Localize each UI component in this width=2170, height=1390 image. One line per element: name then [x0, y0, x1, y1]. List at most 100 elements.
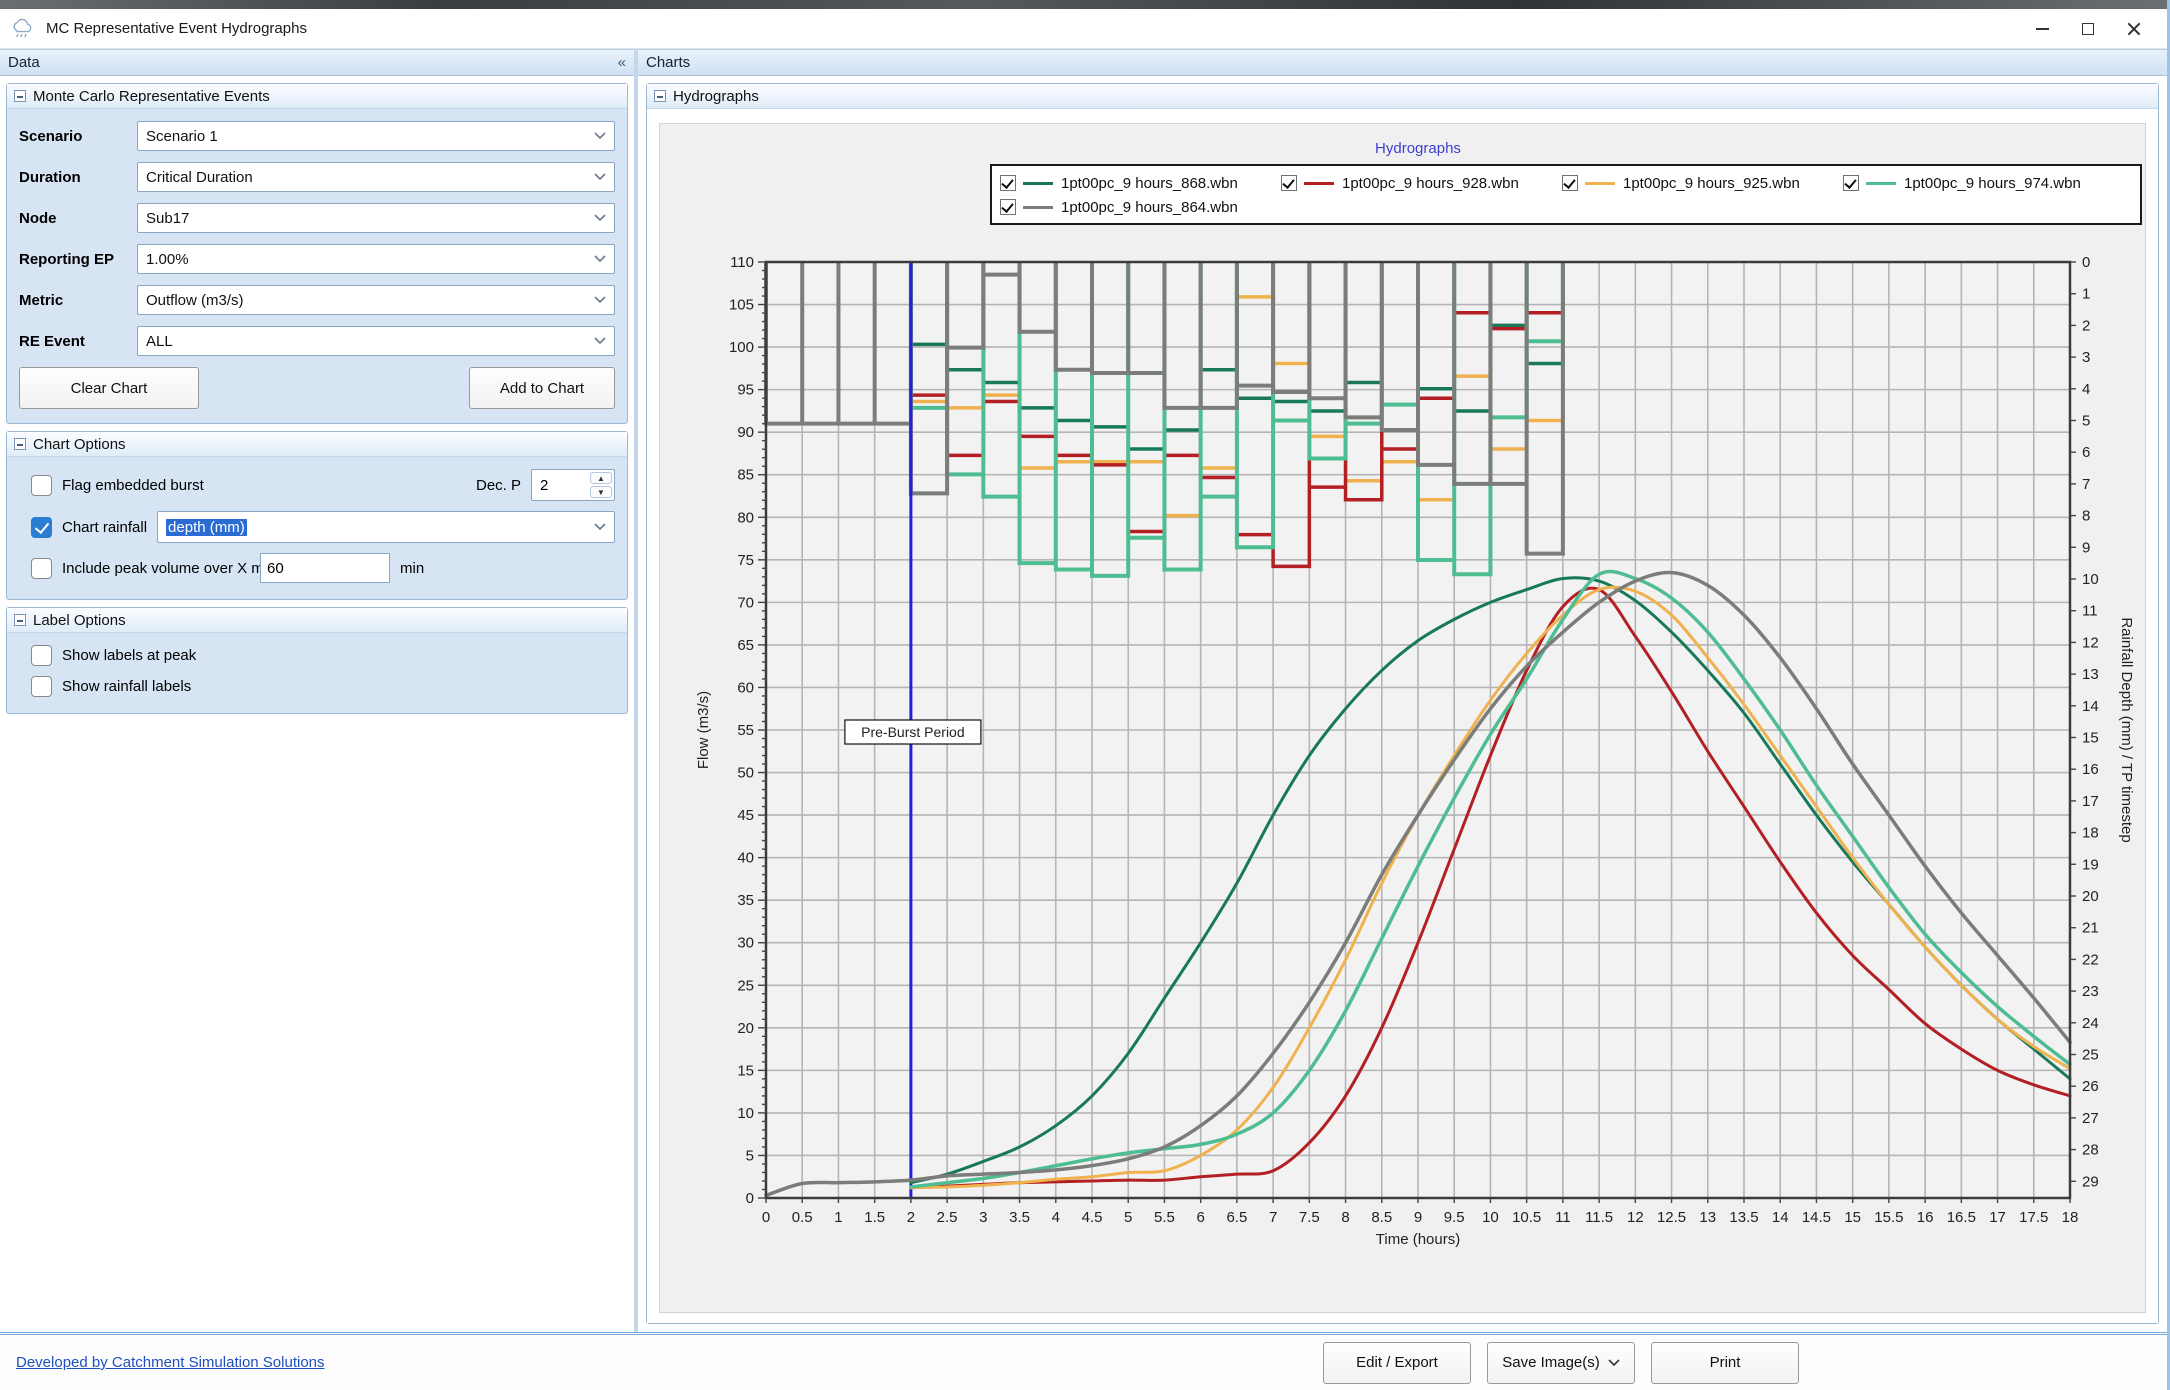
metric-label: Metric: [19, 292, 137, 309]
reporting-ep-select[interactable]: 1.00%: [137, 244, 615, 274]
svg-text:10: 10: [737, 1105, 754, 1122]
svg-text:55: 55: [737, 722, 754, 739]
svg-text:16.5: 16.5: [1947, 1209, 1976, 1226]
svg-text:17: 17: [2082, 793, 2099, 810]
legend-checkbox[interactable]: [1000, 175, 1016, 191]
label-options-header[interactable]: Label Options: [7, 608, 627, 633]
svg-text:6: 6: [2082, 444, 2090, 461]
svg-text:20: 20: [737, 1020, 754, 1037]
label-options-group: Label Options Show labels at peak Show r…: [6, 607, 628, 714]
chart-rainfall-label: Chart rainfall: [62, 519, 147, 536]
svg-text:9.5: 9.5: [1444, 1209, 1465, 1226]
rainfall-units-select[interactable]: depth (mm): [157, 511, 615, 543]
scenario-select[interactable]: Scenario 1: [137, 121, 615, 151]
svg-text:1.5: 1.5: [864, 1209, 885, 1226]
hydrographs-group-header[interactable]: Hydrographs: [647, 84, 2158, 109]
svg-text:3: 3: [2082, 349, 2090, 366]
legend-checkbox[interactable]: [1562, 175, 1578, 191]
mc-events-group-header[interactable]: Monte Carlo Representative Events: [7, 84, 627, 109]
developer-link[interactable]: Developed by Catchment Simulation Soluti…: [16, 1354, 325, 1371]
duration-select[interactable]: Critical Duration: [137, 162, 615, 192]
svg-text:2: 2: [907, 1209, 915, 1226]
chart-options-group: Chart Options Flag embedded burst Dec. P…: [6, 431, 628, 600]
legend-item: 1pt00pc_9 hours_868.wbn: [1000, 171, 1281, 195]
svg-text:10: 10: [2082, 571, 2099, 588]
show-rainfall-labels-label: Show rainfall labels: [62, 678, 191, 695]
svg-text:110: 110: [730, 254, 754, 271]
add-to-chart-button[interactable]: Add to Chart: [469, 367, 615, 409]
svg-text:23: 23: [2082, 983, 2099, 1000]
charts-panel: Charts Hydrographs Hydrographs 051015202…: [638, 49, 2167, 1332]
svg-text:13: 13: [2082, 666, 2099, 683]
minimize-button[interactable]: [2019, 12, 2065, 46]
show-labels-at-peak-label: Show labels at peak: [62, 647, 196, 664]
legend-checkbox[interactable]: [1843, 175, 1859, 191]
legend-checkbox[interactable]: [1281, 175, 1297, 191]
svg-text:5: 5: [2082, 413, 2090, 430]
bottom-bar: Developed by Catchment Simulation Soluti…: [0, 1332, 2167, 1390]
svg-text:12: 12: [1627, 1209, 1644, 1226]
chevron-down-icon: [594, 523, 606, 531]
collapse-group-icon[interactable]: [14, 90, 26, 102]
collapse-group-icon[interactable]: [654, 90, 666, 102]
svg-text:12.5: 12.5: [1657, 1209, 1686, 1226]
legend-checkbox[interactable]: [1000, 199, 1016, 215]
close-button[interactable]: [2111, 12, 2157, 46]
svg-text:0: 0: [746, 1190, 754, 1207]
collapse-group-icon[interactable]: [14, 438, 26, 450]
svg-text:7.5: 7.5: [1299, 1209, 1320, 1226]
svg-text:80: 80: [737, 509, 754, 526]
legend-line-swatch: [1023, 206, 1053, 209]
svg-text:7: 7: [2082, 476, 2090, 493]
node-select[interactable]: Sub17: [137, 203, 615, 233]
chevron-down-icon: [594, 296, 606, 304]
data-panel-header: Data «: [0, 49, 634, 76]
edit-export-button[interactable]: Edit / Export: [1323, 1342, 1471, 1384]
scenario-label: Scenario: [19, 128, 137, 145]
legend-label: 1pt00pc_9 hours_868.wbn: [1061, 175, 1238, 192]
svg-text:29: 29: [2082, 1173, 2099, 1190]
svg-text:Flow (m3/s): Flow (m3/s): [695, 691, 712, 769]
maximize-button[interactable]: [2065, 12, 2111, 46]
svg-text:2: 2: [2082, 317, 2090, 334]
show-rainfall-labels-checkbox[interactable]: [31, 676, 52, 697]
chart-options-header[interactable]: Chart Options: [7, 432, 627, 457]
include-peak-volume-checkbox[interactable]: [31, 558, 52, 579]
print-button[interactable]: Print: [1651, 1342, 1799, 1384]
svg-text:85: 85: [737, 467, 754, 484]
svg-text:14: 14: [2082, 698, 2099, 715]
save-images-button[interactable]: Save Image(s): [1487, 1342, 1635, 1384]
dec-p-stepper[interactable]: 2 ▲ ▼: [531, 469, 615, 501]
window-title: MC Representative Event Hydrographs: [46, 20, 307, 37]
svg-text:15.5: 15.5: [1874, 1209, 1903, 1226]
svg-text:0.5: 0.5: [792, 1209, 813, 1226]
svg-text:11: 11: [1555, 1209, 1571, 1226]
svg-text:40: 40: [737, 850, 754, 867]
legend-label: 1pt00pc_9 hours_974.wbn: [1904, 175, 2081, 192]
svg-text:0: 0: [762, 1209, 770, 1226]
svg-text:6.5: 6.5: [1226, 1209, 1247, 1226]
close-icon: [2127, 22, 2141, 36]
metric-select[interactable]: Outflow (m3/s): [137, 285, 615, 315]
clear-chart-button[interactable]: Clear Chart: [19, 367, 199, 409]
svg-text:15: 15: [2082, 730, 2099, 747]
peak-volume-input[interactable]: [260, 553, 390, 583]
show-labels-at-peak-checkbox[interactable]: [31, 645, 52, 666]
svg-text:Rainfall Depth (mm) / TP times: Rainfall Depth (mm) / TP timestep: [2118, 617, 2135, 842]
chart-rainfall-checkbox[interactable]: [31, 517, 52, 538]
legend-label: 1pt00pc_9 hours_864.wbn: [1061, 199, 1238, 216]
svg-text:26: 26: [2082, 1078, 2099, 1095]
svg-text:27: 27: [2082, 1110, 2099, 1127]
flag-embedded-burst-label: Flag embedded burst: [62, 477, 204, 494]
svg-text:21: 21: [2082, 920, 2099, 937]
spinner-down-icon[interactable]: ▼: [590, 486, 612, 498]
spinner-up-icon[interactable]: ▲: [590, 472, 612, 484]
svg-text:11: 11: [2082, 603, 2098, 620]
chevron-down-icon: [594, 173, 606, 181]
mc-events-group-title: Monte Carlo Representative Events: [33, 88, 270, 105]
collapse-panel-icon[interactable]: «: [618, 54, 626, 71]
svg-text:45: 45: [737, 807, 754, 824]
collapse-group-icon[interactable]: [14, 614, 26, 626]
flag-embedded-burst-checkbox[interactable]: [31, 475, 52, 496]
re-event-select[interactable]: ALL: [137, 326, 615, 356]
